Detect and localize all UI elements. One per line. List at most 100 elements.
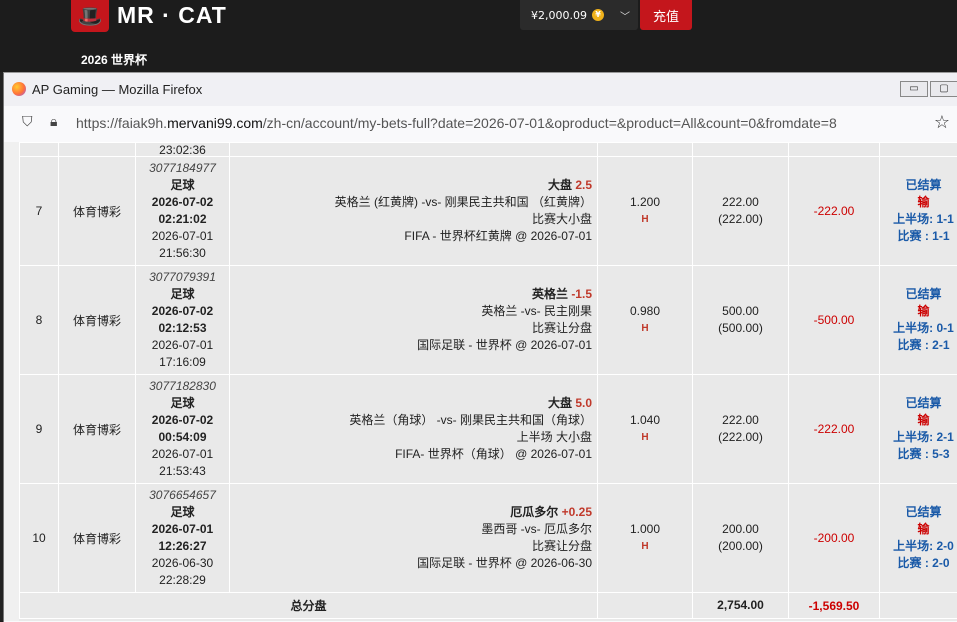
odds-type: H [598,429,692,446]
bet-id[interactable]: 3077182830 [136,378,229,395]
match-name: 英格兰 -vs- 民主刚果 [230,303,592,320]
match-name: 墨西哥 -vs- 厄瓜多尔 [230,521,592,538]
odds-value: 1.040 [598,412,692,429]
row-number: 9 [20,375,59,484]
place-date: 2026-06-30 [136,555,229,572]
stake-cell: 222.00 (222.00) [693,157,789,266]
product-cell: 体育博彩 [59,157,136,266]
time-cell: 3076654657 足球 2026-07-01 12:26:27 2026-0… [136,484,230,593]
place-date: 2026-07-01 [136,228,229,245]
place-time: 23:02:36 [136,143,230,157]
result-badge: 输 [880,412,957,429]
row-number: 7 [20,157,59,266]
odds-cell: 1.040 H [598,375,693,484]
stake-value: 500.00 [693,303,788,320]
detail-cell: 厄瓜多尔 +0.25 墨西哥 -vs- 厄瓜多尔 比赛让分盘 国际足联 - 世界… [230,484,598,593]
minimize-button[interactable]: ▭ [900,81,928,97]
odds-value: 1.000 [598,521,692,538]
balance-dropdown[interactable]: ¥2,000.09 ¥ ﹀ [520,0,638,30]
market-type: 比赛让分盘 [230,538,592,555]
place-time: 22:28:29 [136,572,229,589]
league-name: FIFA - 世界杯红黄牌 @ 2026-07-01 [230,228,592,245]
half-time-score: 上半场: 2-0 [880,538,957,555]
stake-actual: (222.00) [693,429,788,446]
kickoff-time: 00:54:09 [136,429,229,446]
sport-label: 足球 [136,395,229,412]
winloss-value: -500.00 [789,266,880,375]
league-name: FIFA- 世界杯（角球） @ 2026-07-01 [230,446,592,463]
market-type: 比赛大小盘 [230,211,592,228]
url-text[interactable]: https://faiak9h.mervani99.com/zh-cn/acco… [76,115,837,131]
place-time: 17:16:09 [136,354,229,371]
full-time-score: 比赛 : 2-1 [880,337,957,354]
product-cell: 体育博彩 [59,484,136,593]
kickoff-time: 12:26:27 [136,538,229,555]
league-name: 国际足联 - 世界杯 @ 2026-07-01 [230,337,592,354]
stake-value: 222.00 [693,412,788,429]
detail-cell: 大盘 2.5 英格兰 (红黄牌) -vs- 刚果民主共和国 （红黄牌） 比赛大小… [230,157,598,266]
full-time-score: 比赛 : 5-3 [880,446,957,463]
maximize-button[interactable]: ▢ [930,81,957,97]
settled-status: 已结算 [880,286,957,303]
market-type: 比赛让分盘 [230,320,592,337]
kickoff-time: 02:21:02 [136,211,229,228]
kickoff-time: 02:12:53 [136,320,229,337]
sport-label: 足球 [136,504,229,521]
product-cell: 体育博彩 [59,266,136,375]
table-row-partial: 23:02:36 [20,143,957,157]
match-name: 英格兰（角球） -vs- 刚果民主共和国（角球） [230,412,592,429]
place-date: 2026-07-01 [136,337,229,354]
winloss-value: -222.00 [789,157,880,266]
full-time-score: 比赛 : 2-0 [880,555,957,572]
bet-id[interactable]: 3076654657 [136,487,229,504]
odds-cell: 0.980 H [598,266,693,375]
handicap: +0.25 [562,505,592,519]
bookmark-star-icon[interactable]: ☆ [934,112,950,133]
brand-name[interactable]: MR · CAT [117,2,227,29]
selection: 大盘 [548,178,572,192]
url-bar[interactable]: ⛉ 🔒︎ https://faiak9h.mervani99.com/zh-cn… [4,106,957,143]
lock-icon[interactable]: 🔒︎ [50,114,57,130]
market-type: 上半场 大小盘 [230,429,592,446]
odds-type: H [598,320,692,337]
odds-cell: 1.000 H [598,484,693,593]
stake-value: 222.00 [693,194,788,211]
settled-status: 已结算 [880,177,957,194]
league-name: 国际足联 - 世界杯 @ 2026-06-30 [230,555,592,572]
kickoff-date: 2026-07-02 [136,412,229,429]
chevron-down-icon: ﹀ [620,8,630,23]
selection: 大盘 [548,396,572,410]
cat-logo-icon[interactable]: 🎩 [71,0,109,32]
settled-status: 已结算 [880,504,957,521]
place-time: 21:56:30 [136,245,229,262]
total-stake: 2,754.00 [693,593,789,619]
deposit-button[interactable]: 充值 [640,0,692,30]
shield-icon[interactable]: ⛉ [22,114,33,130]
half-time-score: 上半场: 0-1 [880,320,957,337]
table-row: 10 体育博彩 3076654657 足球 2026-07-01 12:26:2… [20,484,957,593]
product-cell: 体育博彩 [59,375,136,484]
sport-label: 足球 [136,286,229,303]
kickoff-date: 2026-07-02 [136,303,229,320]
table-row: 9 体育博彩 3077182830 足球 2026-07-02 00:54:09… [20,375,957,484]
nav-world-cup[interactable]: 2026 世界杯 [81,51,147,68]
time-cell: 3077079391 足球 2026-07-02 02:12:53 2026-0… [136,266,230,375]
result-cell: 已结算 输 上半场: 2-0 比赛 : 2-0 [880,484,957,593]
half-time-score: 上半场: 2-1 [880,429,957,446]
selection: 英格兰 [532,287,568,301]
bets-table-container: 23:02:36 7 体育博彩 3077184977 足球 2026-07-02… [19,142,957,621]
balance-amount: ¥2,000.09 [531,9,587,22]
stake-cell: 500.00 (500.00) [693,266,789,375]
bet-id[interactable]: 3077079391 [136,269,229,286]
table-row: 8 体育博彩 3077079391 足球 2026-07-02 02:12:53… [20,266,957,375]
result-badge: 输 [880,194,957,211]
total-winloss: -1,569.50 [789,593,880,619]
kickoff-date: 2026-07-01 [136,521,229,538]
window-titlebar[interactable]: AP Gaming — Mozilla Firefox ▭ ▢ [4,73,957,106]
bet-id[interactable]: 3077184977 [136,160,229,177]
bets-table: 23:02:36 7 体育博彩 3077184977 足球 2026-07-02… [19,142,957,619]
match-name: 英格兰 (红黄牌) -vs- 刚果民主共和国 （红黄牌） [230,194,592,211]
kickoff-date: 2026-07-02 [136,194,229,211]
stake-actual: (222.00) [693,211,788,228]
odds-cell: 1.200 H [598,157,693,266]
